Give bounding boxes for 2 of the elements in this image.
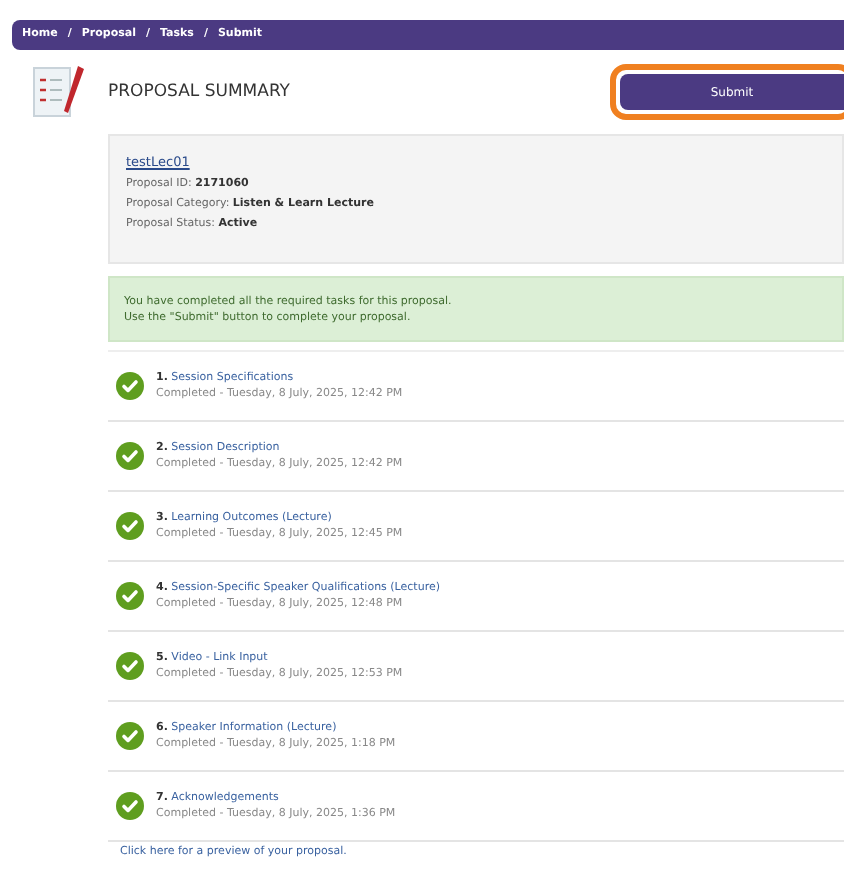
- page-title: PROPOSAL SUMMARY: [108, 79, 290, 105]
- checklist-pencil-icon: [30, 62, 86, 122]
